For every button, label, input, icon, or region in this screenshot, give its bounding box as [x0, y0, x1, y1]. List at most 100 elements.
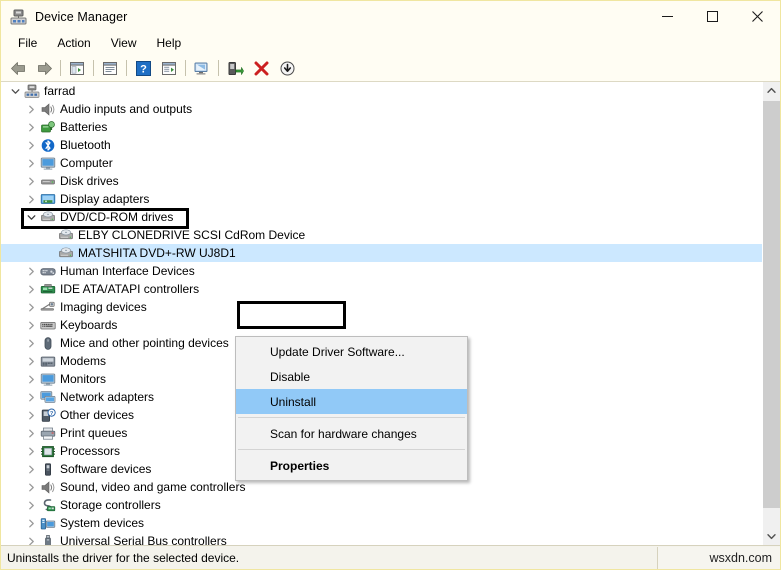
title-bar-left: Device Manager [1, 9, 127, 25]
window-controls [645, 1, 780, 32]
tree-row[interactable]: Imaging devices [1, 298, 762, 316]
context-menu-separator [238, 417, 465, 418]
tree-row-label: Modems [60, 354, 107, 368]
toolbar-separator [60, 60, 61, 76]
menu-help[interactable]: Help [147, 33, 192, 54]
tree-row[interactable]: Batteries [1, 118, 762, 136]
tree-row-label: Display adapters [60, 192, 150, 206]
monitor-icon [39, 155, 57, 171]
tree-row[interactable]: DVD/CD-ROM drives [1, 208, 762, 226]
chevron-right-icon[interactable] [23, 123, 39, 132]
chevron-down-icon[interactable] [23, 213, 39, 222]
properties-icon[interactable] [98, 57, 122, 79]
context-menu[interactable]: Update Driver Software... Disable Uninstal… [235, 336, 468, 481]
hid-icon [39, 263, 57, 279]
chevron-right-icon[interactable] [23, 429, 39, 438]
minimize-button[interactable] [645, 1, 690, 32]
tree-row-label: MATSHITA DVD+-RW UJ8D1 [78, 244, 242, 262]
chevron-right-icon[interactable] [23, 105, 39, 114]
tree-row[interactable]: Disk drives [1, 172, 762, 190]
scroll-up-button[interactable] [763, 82, 780, 99]
show-hide-console-tree-icon[interactable] [65, 57, 89, 79]
chevron-right-icon[interactable] [23, 285, 39, 294]
chevron-right-icon[interactable] [23, 393, 39, 402]
chevron-right-icon[interactable] [23, 411, 39, 420]
chevron-right-icon[interactable] [23, 303, 39, 312]
chevron-right-icon[interactable] [23, 375, 39, 384]
menu-bar: File Action View Help [1, 32, 780, 55]
update-driver-icon[interactable] [190, 57, 214, 79]
tree-row-label: Other devices [60, 408, 135, 422]
tree-row[interactable]: IDE ATA/ATAPI controllers [1, 280, 762, 298]
maximize-button[interactable] [690, 1, 735, 32]
device-manager-window: Device Manager File Action View Help ? f… [0, 0, 781, 570]
chevron-right-icon[interactable] [23, 141, 39, 150]
chevron-right-icon[interactable] [23, 195, 39, 204]
mouse-icon [39, 335, 57, 351]
chevron-right-icon[interactable] [23, 483, 39, 492]
device-manager-icon [10, 9, 27, 25]
ctx-update-driver-software[interactable]: Update Driver Software... [236, 339, 467, 364]
chevron-right-icon[interactable] [23, 159, 39, 168]
dvd-drive-icon [57, 227, 75, 243]
tree-row[interactable]: Universal Serial Bus controllers [1, 532, 762, 545]
tree-row[interactable]: Keyboards [1, 316, 762, 334]
tree-row[interactable]: Computer [1, 154, 762, 172]
ctx-uninstall[interactable]: Uninstall [236, 389, 467, 414]
scroll-down-button[interactable] [763, 528, 780, 545]
chevron-right-icon[interactable] [23, 447, 39, 456]
disable-device-icon[interactable] [223, 57, 247, 79]
chevron-right-icon[interactable] [23, 357, 39, 366]
chevron-right-icon[interactable] [23, 519, 39, 528]
chevron-right-icon[interactable] [23, 339, 39, 348]
tree-row[interactable]: Bluetooth [1, 136, 762, 154]
install-legacy-hardware-icon[interactable] [275, 57, 299, 79]
tree-row[interactable]: Human Interface Devices [1, 262, 762, 280]
usb-icon [39, 533, 57, 545]
ide-controller-icon [39, 281, 57, 297]
tree-row[interactable]: Audio inputs and outputs [1, 100, 762, 118]
toolbar-separator [218, 60, 219, 76]
scrollbar-thumb[interactable] [763, 101, 780, 508]
vertical-scrollbar[interactable] [762, 82, 780, 545]
forward-icon[interactable] [32, 57, 56, 79]
tree-row[interactable]: MATSHITA DVD+-RW UJ8D1 [1, 244, 762, 262]
tree-row-root[interactable]: farrad [1, 82, 762, 100]
scan-for-hardware-changes-icon[interactable] [157, 57, 181, 79]
tree-row-label: Monitors [60, 372, 107, 386]
tree-row-label: Batteries [60, 120, 108, 134]
menu-action[interactable]: Action [47, 33, 100, 54]
back-icon[interactable] [6, 57, 30, 79]
tree-row-label: Print queues [60, 426, 128, 440]
toolbar-separator [185, 60, 186, 76]
monitor-icon [39, 371, 57, 387]
tree-row-label: Storage controllers [60, 498, 161, 512]
printer-icon [39, 425, 57, 441]
help-icon[interactable]: ? [131, 57, 155, 79]
chevron-right-icon[interactable] [23, 177, 39, 186]
menu-file[interactable]: File [8, 33, 47, 54]
processor-icon [39, 443, 57, 459]
ctx-properties[interactable]: Properties [236, 453, 467, 478]
tree-row[interactable]: Display adapters [1, 190, 762, 208]
tree-row[interactable]: Storage controllers [1, 496, 762, 514]
close-button[interactable] [735, 1, 780, 32]
tree-row[interactable]: System devices [1, 514, 762, 532]
ctx-disable[interactable]: Disable [236, 364, 467, 389]
bluetooth-icon [39, 137, 57, 153]
chevron-down-icon[interactable] [7, 87, 23, 96]
uninstall-device-icon[interactable] [249, 57, 273, 79]
toolbar-separator [126, 60, 127, 76]
tree-row-label: Imaging devices [60, 300, 147, 314]
menu-view[interactable]: View [101, 33, 147, 54]
network-adapter-icon [39, 389, 57, 405]
chevron-right-icon[interactable] [23, 267, 39, 276]
chevron-right-icon[interactable] [23, 537, 39, 546]
chevron-right-icon[interactable] [23, 321, 39, 330]
chevron-right-icon[interactable] [23, 501, 39, 510]
tree-row-label: Universal Serial Bus controllers [60, 534, 227, 545]
chevron-right-icon[interactable] [23, 465, 39, 474]
tree-row[interactable]: ELBY CLONEDRIVE SCSI CdRom Device [1, 226, 762, 244]
ctx-scan-for-hardware-changes[interactable]: Scan for hardware changes [236, 421, 467, 446]
dvd-drive-icon [39, 209, 57, 225]
